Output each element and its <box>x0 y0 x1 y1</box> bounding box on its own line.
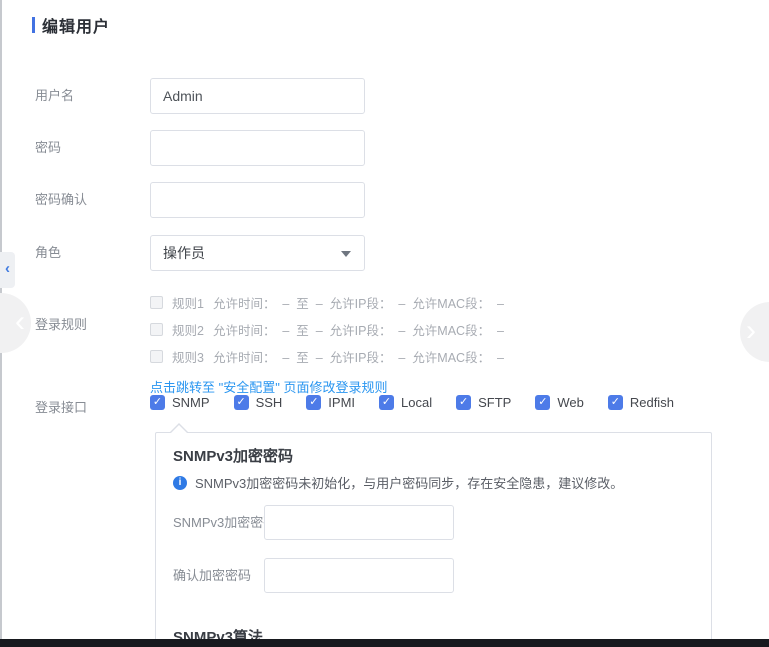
rule1-name: 规则1 <box>172 293 204 312</box>
rule3-name: 规则3 <box>172 347 204 366</box>
login-rules-block: 规则1 允许时间： – 至 – 允许IP段： – 允许MAC段： – 规则2 允… <box>150 289 504 397</box>
login-rule-row-3: 规则3 允许时间： – 至 – 允许IP段： – 允许MAC段： – <box>150 343 504 370</box>
edit-user-page: 编辑用户 用户名 密码 密码确认 角色 操作员 登录规则 规则1 允许时间： –… <box>0 0 769 647</box>
role-select[interactable]: 操作员 <box>150 235 365 271</box>
iface-local-label: Local <box>401 395 432 410</box>
password-input[interactable] <box>150 130 365 166</box>
snmpv3-confirm-password-label: 确认加密密码 <box>173 558 251 593</box>
snmpv3-password-panel: SNMPv3加密密码 i SNMPv3加密密码未初始化，与用户密码同步，存在安全… <box>155 432 712 647</box>
title-accent-bar <box>32 17 35 33</box>
checkbox-checked-icon[interactable] <box>306 395 321 410</box>
checkbox-checked-icon[interactable] <box>608 395 623 410</box>
chevron-left-icon: ‹ <box>15 307 25 337</box>
role-label: 角色 <box>35 235 61 271</box>
iface-ssh[interactable]: SSH <box>234 395 283 410</box>
iface-web-label: Web <box>557 395 584 410</box>
checkbox-checked-icon[interactable] <box>379 395 394 410</box>
iface-snmp-label: SNMP <box>172 395 210 410</box>
snmpv3-confirm-password-row: 确认加密密码 <box>156 558 711 593</box>
iface-redfish-label: Redfish <box>630 395 674 410</box>
role-select-value: 操作员 <box>163 236 205 270</box>
iface-snmp[interactable]: SNMP <box>150 395 210 410</box>
rule2-detail: 允许时间： – 至 – 允许IP段： – 允许MAC段： – <box>213 320 504 339</box>
username-label: 用户名 <box>35 78 74 114</box>
rule3-checkbox[interactable] <box>150 350 163 363</box>
chevron-right-icon: › <box>746 316 756 346</box>
iface-sftp[interactable]: SFTP <box>456 395 511 410</box>
rule1-detail: 允许时间： – 至 – 允许IP段： – 允许MAC段： – <box>213 293 504 312</box>
login-rules-label: 登录规则 <box>35 314 87 333</box>
carousel-next-button[interactable]: › <box>740 302 769 362</box>
info-icon: i <box>173 476 187 490</box>
iface-local[interactable]: Local <box>379 395 432 410</box>
username-input[interactable] <box>150 78 365 114</box>
iface-ssh-label: SSH <box>256 395 283 410</box>
carousel-prev-button[interactable]: ‹ <box>0 293 31 353</box>
login-rule-row-1: 规则1 允许时间： – 至 – 允许IP段： – 允许MAC段： – <box>150 289 504 316</box>
username-row: 用户名 <box>0 78 769 114</box>
password-confirm-input[interactable] <box>150 182 365 218</box>
password-row: 密码 <box>0 130 769 166</box>
page-title-row: 编辑用户 <box>32 13 110 37</box>
login-interfaces-label: 登录接口 <box>35 397 87 416</box>
iface-ipmi-label: IPMI <box>328 395 355 410</box>
snmpv3-notice-text: SNMPv3加密密码未初始化，与用户密码同步，存在安全隐患，建议修改。 <box>195 473 623 492</box>
snmpv3-encrypt-password-input[interactable] <box>264 505 454 540</box>
snmpv3-encrypt-password-label: SNMPv3加密密码 <box>173 505 276 540</box>
snmpv3-notice: i SNMPv3加密密码未初始化，与用户密码同步，存在安全隐患，建议修改。 <box>173 473 623 492</box>
collapse-chevron-left-icon: ‹ <box>5 260 10 277</box>
snmpv3-encrypt-password-row: SNMPv3加密密码 <box>156 505 711 540</box>
iface-web[interactable]: Web <box>535 395 584 410</box>
snmpv3-panel-title: SNMPv3加密密码 <box>173 445 293 466</box>
password-confirm-label: 密码确认 <box>35 182 87 218</box>
chevron-down-icon <box>341 251 351 257</box>
login-rule-row-2: 规则2 允许时间： – 至 – 允许IP段： – 允许MAC段： – <box>150 316 504 343</box>
page-title: 编辑用户 <box>42 13 110 37</box>
iface-redfish[interactable]: Redfish <box>608 395 674 410</box>
password-confirm-row: 密码确认 <box>0 182 769 218</box>
snmpv3-confirm-password-input[interactable] <box>264 558 454 593</box>
rule2-checkbox[interactable] <box>150 323 163 336</box>
checkbox-checked-icon[interactable] <box>535 395 550 410</box>
role-row: 角色 操作员 <box>0 235 769 271</box>
password-label: 密码 <box>35 130 61 166</box>
iface-sftp-label: SFTP <box>478 395 511 410</box>
checkbox-checked-icon[interactable] <box>150 395 165 410</box>
iface-ipmi[interactable]: IPMI <box>306 395 355 410</box>
rule2-name: 规则2 <box>172 320 204 339</box>
rule1-checkbox[interactable] <box>150 296 163 309</box>
bottom-taskbar <box>0 639 769 647</box>
security-config-link[interactable]: 点击跳转至 "安全配置" 页面修改登录规则 <box>150 377 387 396</box>
login-interfaces-row: SNMP SSH IPMI Local SFTP Web Redfish <box>150 395 674 410</box>
checkbox-checked-icon[interactable] <box>234 395 249 410</box>
sidebar-collapse-button[interactable]: ‹ <box>0 252 15 288</box>
rule3-detail: 允许时间： – 至 – 允许IP段： – 允许MAC段： – <box>213 347 504 366</box>
checkbox-checked-icon[interactable] <box>456 395 471 410</box>
